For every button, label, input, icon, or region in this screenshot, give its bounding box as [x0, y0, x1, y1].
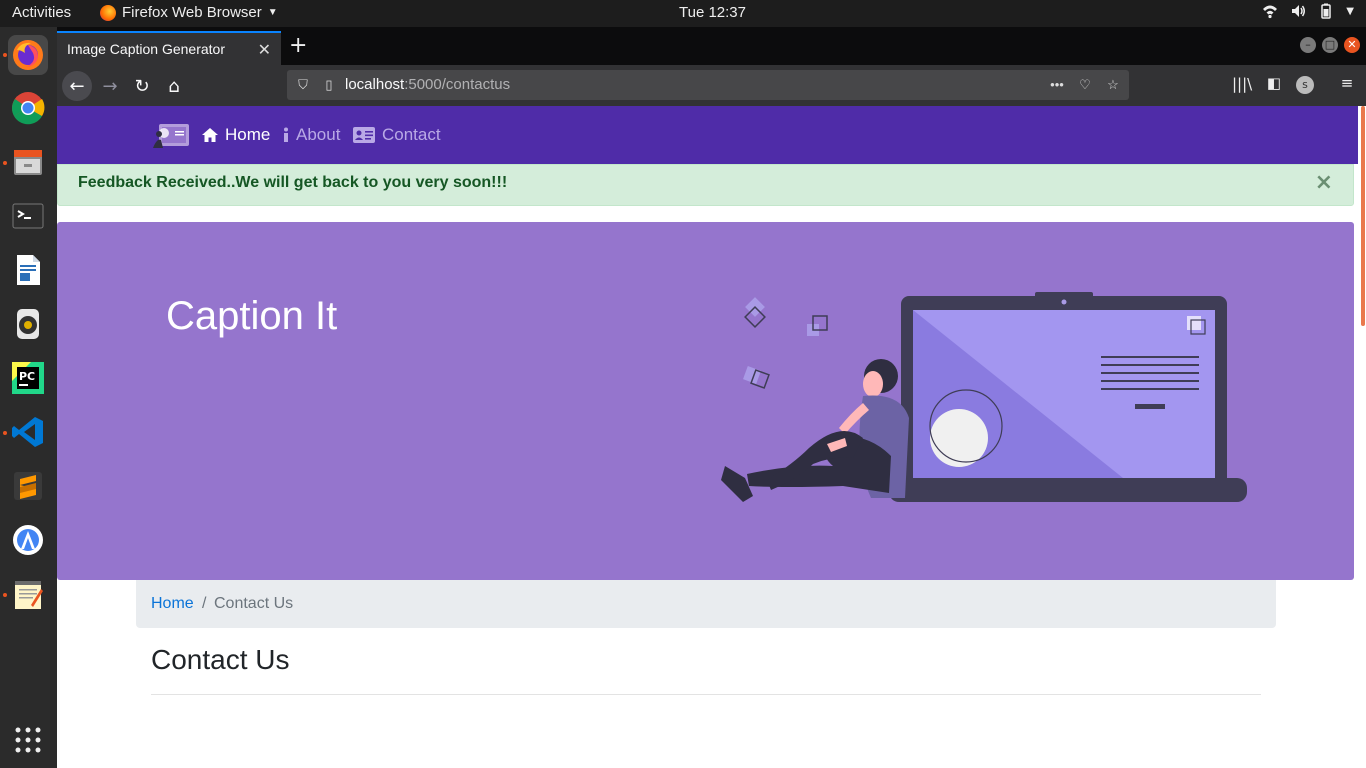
alert-close-icon[interactable]: ×	[1315, 170, 1333, 195]
dock-pycharm[interactable]: PC	[8, 358, 48, 398]
divider	[151, 694, 1261, 695]
vscode-icon	[12, 417, 43, 447]
system-tray[interactable]: ▼	[1262, 3, 1354, 19]
url-text[interactable]: localhost:5000/contactus	[345, 76, 510, 93]
firefox-icon	[13, 40, 43, 70]
clock[interactable]: Tue 12:37	[679, 4, 746, 21]
dock-text-editor[interactable]	[8, 574, 48, 614]
nav-about-link[interactable]: About	[282, 125, 340, 145]
nav-home-link[interactable]: Home	[201, 125, 270, 145]
chrome-icon	[12, 92, 45, 125]
sidebar-icon[interactable]: ◧	[1264, 74, 1284, 94]
files-icon	[14, 150, 42, 175]
close-tab-icon[interactable]: ✕	[258, 40, 271, 60]
page-icon: ▯	[325, 77, 333, 92]
dock-files[interactable]	[8, 142, 48, 182]
alert-message: Feedback Received..We will get back to y…	[78, 174, 508, 191]
tab-bar: Image Caption Generator ✕ + – □ ✕	[57, 27, 1366, 65]
nav-about-label: About	[296, 125, 341, 144]
app-menu[interactable]: Firefox Web Browser ▼	[100, 4, 278, 21]
writer-icon	[17, 255, 40, 285]
nav-home-label: Home	[225, 125, 271, 144]
wifi-icon	[1263, 5, 1278, 19]
account-icon[interactable]: s	[1296, 76, 1314, 94]
firefox-icon	[100, 4, 116, 21]
activities-button[interactable]: Activities	[12, 4, 71, 21]
chevron-down-icon: ▼	[267, 7, 278, 18]
tab-title: Image Caption Generator	[67, 41, 225, 57]
dock: PC	[0, 27, 57, 768]
page-scrollbar[interactable]	[1358, 106, 1366, 326]
nav-contact-link[interactable]: Contact	[352, 125, 441, 145]
menu-icon[interactable]: ≡	[1337, 74, 1357, 94]
minimize-icon[interactable]: –	[1300, 37, 1316, 53]
android-studio-icon	[13, 525, 43, 555]
sublime-icon	[14, 472, 42, 500]
battery-icon	[1321, 3, 1332, 19]
rhythmbox-icon	[17, 309, 39, 339]
breadcrumb: Home / Contact Us	[136, 580, 1276, 628]
bookmark-star-icon[interactable]: ☆	[1105, 77, 1121, 93]
hero-title: Caption It	[166, 294, 338, 338]
dock-sublime[interactable]	[8, 466, 48, 506]
back-icon[interactable]: ←	[62, 71, 92, 101]
dock-rhythmbox[interactable]	[8, 304, 48, 344]
breadcrumb-home-link[interactable]: Home	[151, 595, 194, 613]
text-editor-icon	[15, 581, 43, 609]
chevron-down-icon: ▼	[1346, 5, 1354, 17]
info-icon	[284, 127, 288, 142]
hero-jumbotron: Caption It	[57, 222, 1354, 580]
url-bar[interactable]: ⛉ ▯ localhost:5000/contactus ••• ♡ ☆	[287, 70, 1129, 100]
browser-toolbar: ← → ↻ ⌂ ⛉ ▯ localhost:5000/contactus •••…	[57, 65, 1366, 106]
reload-icon[interactable]: ↻	[127, 71, 157, 101]
contact-card-icon	[353, 127, 375, 143]
dock-vscode[interactable]	[8, 412, 48, 452]
hero-illustration	[721, 292, 1247, 502]
dock-android-studio[interactable]	[8, 520, 48, 560]
app-grid-icon	[15, 727, 41, 753]
shield-icon[interactable]: ⛉	[295, 77, 311, 93]
dock-chrome[interactable]	[8, 88, 48, 128]
more-icon[interactable]: •••	[1049, 77, 1065, 93]
close-window-icon[interactable]: ✕	[1344, 37, 1360, 53]
dock-firefox[interactable]	[8, 35, 48, 75]
dock-writer[interactable]	[8, 250, 48, 290]
forward-icon[interactable]: →	[95, 71, 125, 101]
nav-contact-label: Contact	[382, 125, 441, 144]
dock-show-applications[interactable]	[8, 720, 48, 760]
terminal-icon	[12, 203, 44, 229]
tab-image-caption-generator[interactable]: Image Caption Generator ✕	[57, 31, 281, 65]
page-viewport: Home About Contact Feedback Received..We…	[57, 106, 1366, 768]
pocket-icon[interactable]: ♡	[1077, 77, 1093, 93]
app-menu-label: Firefox Web Browser	[122, 4, 262, 21]
pycharm-icon: PC	[12, 362, 44, 394]
site-navbar: Home About Contact	[57, 106, 1358, 164]
breadcrumb-current: Contact Us	[214, 595, 294, 612]
home-icon	[202, 128, 218, 142]
svg-text:PC: PC	[19, 370, 35, 383]
dock-terminal[interactable]	[8, 196, 48, 236]
home-icon[interactable]: ⌂	[159, 71, 189, 101]
library-icon[interactable]: |||\	[1232, 75, 1252, 95]
maximize-icon[interactable]: □	[1322, 37, 1338, 53]
system-top-bar: Activities Firefox Web Browser ▼ Tue 12:…	[0, 0, 1366, 27]
window-controls: – □ ✕	[1300, 37, 1360, 53]
page-title: Contact Us	[151, 644, 290, 675]
success-alert: Feedback Received..We will get back to y…	[57, 164, 1354, 206]
site-logo[interactable]	[151, 120, 191, 150]
scrollbar-thumb[interactable]	[1361, 106, 1365, 326]
volume-icon	[1292, 5, 1306, 17]
breadcrumb-separator: /	[202, 595, 207, 612]
new-tab-icon[interactable]: +	[289, 35, 307, 57]
